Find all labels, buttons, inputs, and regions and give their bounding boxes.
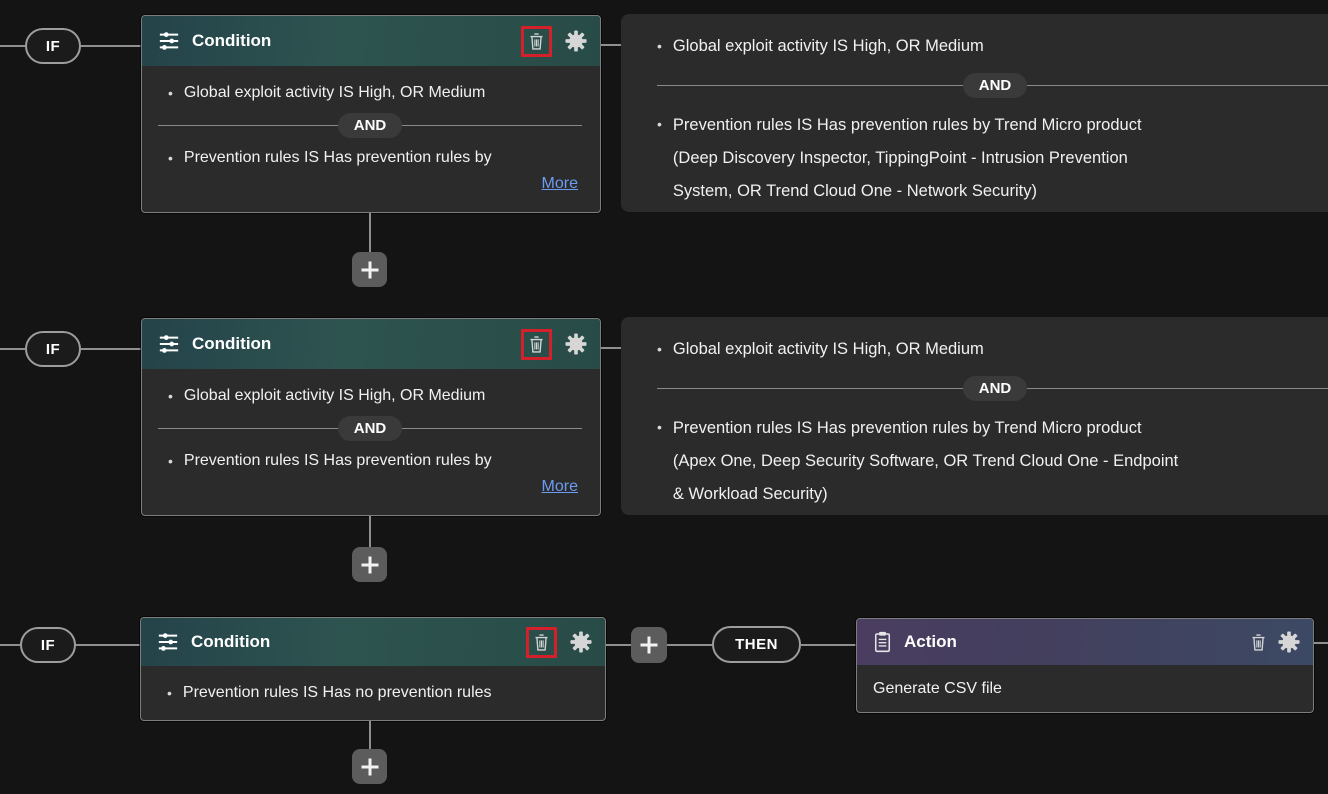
connector-line [369, 516, 371, 547]
and-operator-label: AND [338, 416, 403, 441]
connector-line [0, 348, 25, 350]
trash-icon[interactable] [533, 632, 550, 653]
connector-line [81, 348, 141, 350]
if-node-label: IF [46, 38, 60, 55]
and-operator: AND [657, 73, 1328, 98]
summary-clause: • Global exploit activity IS High, OR Me… [657, 334, 1328, 365]
bullet-icon: • [157, 681, 172, 705]
condition-card-title: Condition [192, 334, 521, 354]
more-link[interactable]: More [542, 478, 578, 495]
divider-line [1027, 85, 1328, 86]
divider-line [657, 85, 963, 86]
condition-summary-panel: • Global exploit activity IS High, OR Me… [621, 14, 1328, 212]
condition-clause: • Prevention rules IS Has prevention rul… [158, 146, 582, 170]
condition-clause: • Global exploit activity IS High, OR Me… [158, 81, 582, 105]
connector-line [606, 644, 631, 646]
divider-line [158, 125, 338, 126]
connector-line [801, 644, 856, 646]
if-node: IF [20, 627, 76, 663]
condition-card[interactable]: Condition [141, 15, 601, 213]
trash-icon[interactable] [528, 334, 545, 355]
then-node: THEN [712, 626, 801, 663]
condition-clause: • Prevention rules IS Has no prevention … [157, 681, 587, 705]
connector-line [601, 347, 621, 349]
and-operator-label: AND [338, 113, 403, 138]
divider-line [402, 428, 582, 429]
bullet-icon: • [657, 412, 662, 511]
annotation-highlight-box [521, 26, 552, 57]
summary-clause: • Prevention rules IS Has prevention rul… [657, 412, 1328, 511]
connector-line [667, 644, 712, 646]
bullet-icon: • [657, 31, 662, 62]
sliders-icon [158, 30, 180, 52]
add-node-button[interactable] [352, 749, 387, 784]
condition-clause: • Global exploit activity IS High, OR Me… [158, 384, 582, 408]
divider-line [657, 388, 963, 389]
trash-icon[interactable] [1250, 632, 1267, 653]
condition-card[interactable]: Condition [141, 318, 601, 516]
and-operator: AND [158, 416, 582, 441]
connector-line [1314, 642, 1328, 644]
divider-line [1027, 388, 1328, 389]
connector-line [601, 44, 621, 46]
action-card[interactable]: Action Generate CSV file [856, 618, 1314, 713]
action-card-header: Action [857, 619, 1313, 665]
condition-card-header: Condition [142, 16, 600, 66]
and-operator: AND [657, 376, 1328, 401]
condition-clause: • Prevention rules IS Has prevention rul… [158, 449, 582, 473]
annotation-highlight-box [521, 329, 552, 360]
connector-line [369, 721, 371, 749]
workflow-canvas: { "colors": { "canvas_bg": "#141414", "c… [0, 0, 1328, 794]
summary-clause: • Global exploit activity IS High, OR Me… [657, 31, 1328, 62]
action-card-title: Action [904, 632, 1250, 652]
and-operator: AND [158, 113, 582, 138]
divider-line [158, 428, 338, 429]
if-node-label: IF [41, 637, 55, 654]
condition-card-header: Condition [141, 618, 605, 666]
bullet-icon: • [158, 449, 173, 473]
connector-line [0, 45, 25, 47]
add-node-button[interactable] [352, 547, 387, 582]
gear-icon[interactable] [570, 631, 592, 653]
sliders-icon [157, 631, 179, 653]
condition-card-header: Condition [142, 319, 600, 369]
annotation-highlight-box [526, 627, 557, 658]
and-operator-label: AND [963, 73, 1028, 98]
bullet-icon: • [158, 146, 173, 170]
add-node-button[interactable] [352, 252, 387, 287]
condition-summary-panel: • Global exploit activity IS High, OR Me… [621, 317, 1328, 515]
more-link[interactable]: More [542, 175, 578, 192]
if-node-label: IF [46, 341, 60, 358]
if-node: IF [25, 28, 81, 64]
add-node-button[interactable] [631, 627, 667, 663]
connector-line [76, 644, 140, 646]
bullet-icon: • [657, 109, 662, 208]
sliders-icon [158, 333, 180, 355]
gear-icon[interactable] [1278, 631, 1300, 653]
gear-icon[interactable] [565, 30, 587, 52]
condition-card-title: Condition [191, 632, 526, 652]
bullet-icon: • [158, 81, 173, 105]
action-body-text: Generate CSV file [873, 680, 1002, 698]
bullet-icon: • [158, 384, 173, 408]
summary-clause: • Prevention rules IS Has prevention rul… [657, 109, 1328, 208]
if-node: IF [25, 331, 81, 367]
connector-line [369, 213, 371, 252]
connector-line [0, 644, 20, 646]
divider-line [402, 125, 582, 126]
and-operator-label: AND [963, 376, 1028, 401]
gear-icon[interactable] [565, 333, 587, 355]
then-node-label: THEN [735, 636, 778, 653]
trash-icon[interactable] [528, 31, 545, 52]
connector-line [81, 45, 141, 47]
condition-card-title: Condition [192, 31, 521, 51]
condition-card[interactable]: Condition [140, 617, 606, 721]
clipboard-icon [873, 631, 892, 653]
bullet-icon: • [657, 334, 662, 365]
